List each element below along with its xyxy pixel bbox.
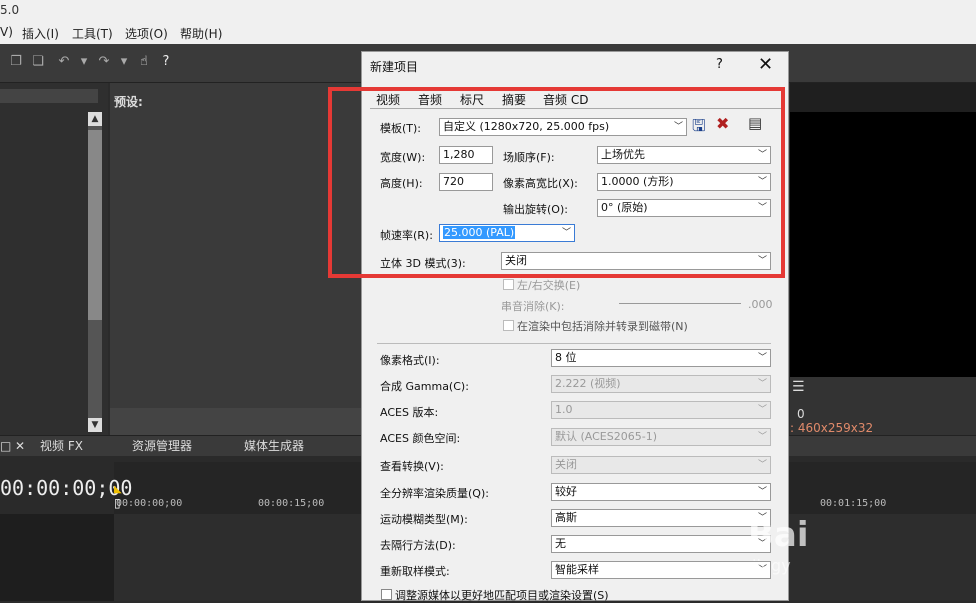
- playhead-icon[interactable]: ▯: [114, 496, 121, 510]
- crosstalk-value: .000: [748, 298, 773, 311]
- crosstalk-slider[interactable]: [619, 303, 741, 304]
- adjust-source-checkbox[interactable]: [381, 589, 392, 600]
- explorer-scroll-thumb[interactable]: [88, 130, 102, 320]
- swap-lr-checkbox[interactable]: [503, 279, 514, 290]
- video-preview: [790, 112, 976, 377]
- restore-icon[interactable]: □: [0, 436, 11, 456]
- motion-blur-label: 运动模糊类型(M):: [380, 513, 468, 526]
- pixel-format-label: 像素格式(I):: [380, 354, 440, 367]
- aces-version-select[interactable]: 1.0 ﹀: [551, 401, 771, 419]
- render-quality-label: 全分辨率渲染质量(Q):: [380, 487, 489, 500]
- ruler-mark: 00:01:15;00: [820, 498, 887, 509]
- tab-media-generator[interactable]: 媒体生成器: [244, 436, 304, 456]
- gamma-label: 合成 Gamma(C):: [380, 380, 469, 393]
- pixel-format-select[interactable]: 8 位 ﹀: [551, 349, 771, 367]
- chevron-down-icon: ﹀: [757, 353, 767, 363]
- aces-version-label: ACES 版本:: [380, 406, 439, 419]
- loop-marker-icon[interactable]: ◣: [114, 484, 122, 495]
- gamma-select[interactable]: 2.222 (视频) ﹀: [551, 375, 771, 393]
- resample-label: 重新取样模式:: [380, 565, 450, 578]
- include-cancellation-checkbox[interactable]: [503, 320, 514, 331]
- menu-view[interactable]: V): [0, 25, 13, 39]
- menu-bar: V) 插入(I) 工具(T) 选项(O) 帮助(H): [0, 22, 976, 45]
- redo-dropdown-icon[interactable]: ▾: [116, 54, 132, 70]
- scroll-down-icon[interactable]: ▼: [88, 418, 102, 432]
- motion-blur-select[interactable]: 高斯 ﹀: [551, 509, 771, 527]
- menu-icon[interactable]: ☰: [792, 379, 805, 395]
- aces-color-space-select[interactable]: 默认 (ACES2065-1) ﹀: [551, 428, 771, 446]
- preset-label: 预设:: [114, 95, 143, 109]
- whats-this-icon[interactable]: ?: [158, 54, 174, 70]
- dialog-help-button[interactable]: ?: [716, 57, 723, 72]
- hand-help-icon[interactable]: ☝: [136, 54, 152, 70]
- preset-pane: [110, 83, 364, 435]
- annotation-highlight-box: [328, 87, 785, 278]
- app-title-bar: 5.0: [0, 0, 976, 22]
- paste-icon[interactable]: ❏: [30, 54, 46, 70]
- swap-lr-label: 左/右交换(E): [517, 279, 581, 292]
- chevron-down-icon: ﹀: [757, 460, 767, 470]
- explorer-header: [0, 89, 98, 103]
- include-cancellation-label: 在渲染中包括消除并转录到磁带(N): [517, 320, 688, 333]
- menu-tools[interactable]: 工具(T): [72, 25, 113, 42]
- tab-video-fx[interactable]: 视频 FX: [40, 436, 83, 456]
- ruler-mark: 00:00:15;00: [258, 498, 325, 509]
- dialog-title: 新建项目: [370, 60, 419, 74]
- section-divider: [377, 343, 771, 344]
- deinterlace-select[interactable]: 无 ﹀: [551, 535, 771, 553]
- menu-help[interactable]: 帮助(H): [180, 25, 222, 42]
- chevron-down-icon: ﹀: [757, 405, 767, 415]
- track-headers: [0, 514, 114, 601]
- render-quality-select[interactable]: 较好 ﹀: [551, 483, 771, 501]
- tab-explorer[interactable]: 资源管理器: [132, 436, 192, 456]
- menu-insert[interactable]: 插入(I): [22, 25, 59, 42]
- scroll-up-icon[interactable]: ▲: [88, 112, 102, 126]
- deinterlace-label: 去隔行方法(D):: [380, 539, 456, 552]
- aces-color-space-label: ACES 颜色空间:: [380, 432, 461, 445]
- undo-dropdown-icon[interactable]: ▾: [76, 54, 92, 70]
- copy-icon[interactable]: ❐: [8, 54, 24, 70]
- chevron-down-icon: ﹀: [757, 379, 767, 389]
- redo-icon[interactable]: ↷: [96, 54, 112, 70]
- ruler-mark: 00:00:00;00: [116, 498, 183, 509]
- watermark-text: jingy: [752, 556, 791, 575]
- view-transform-select[interactable]: 关闭 ﹀: [551, 456, 771, 474]
- resample-select[interactable]: 智能采样 ﹀: [551, 561, 771, 579]
- app-title: 5.0: [0, 3, 20, 17]
- preset-pane-footer: [110, 408, 364, 435]
- menu-options[interactable]: 选项(O): [125, 25, 168, 42]
- chevron-down-icon: ﹀: [757, 487, 767, 497]
- dialog-close-button[interactable]: ✕: [758, 54, 773, 75]
- preview-frame-info: 0: [797, 407, 805, 421]
- close-icon[interactable]: ✕: [15, 436, 25, 456]
- crosstalk-label: 串音消除(K):: [501, 300, 565, 313]
- watermark-logo: Bai: [748, 515, 809, 555]
- preview-size-info: : 460x259x32: [790, 421, 874, 435]
- chevron-down-icon: ﹀: [757, 432, 767, 442]
- timecode-display: 00:00:00;00: [0, 476, 133, 500]
- undo-icon[interactable]: ↶: [56, 54, 72, 70]
- view-transform-label: 查看转换(V):: [380, 460, 444, 473]
